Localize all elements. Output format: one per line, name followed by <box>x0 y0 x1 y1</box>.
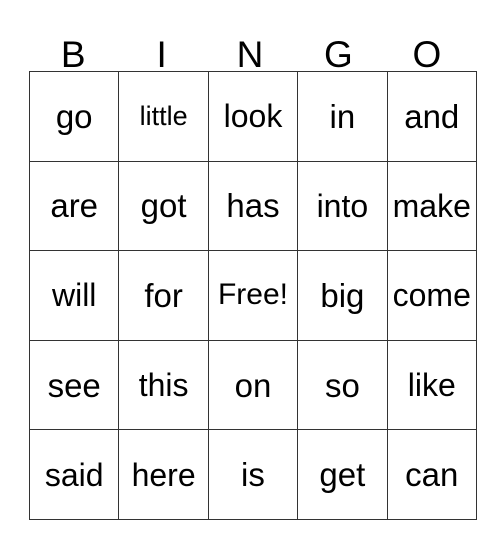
bingo-cell[interactable]: in <box>297 71 388 162</box>
bingo-cell[interactable]: is <box>207 429 299 520</box>
bingo-header-letter-o: O <box>412 34 442 75</box>
bingo-cell[interactable]: into <box>297 160 388 252</box>
bingo-cell[interactable]: got <box>118 160 209 252</box>
bingo-cell-word: and <box>404 97 460 135</box>
bingo-cell[interactable]: get <box>297 429 388 520</box>
bingo-cell-word: get <box>319 456 366 494</box>
bingo-header-cell-n: N <box>206 18 294 75</box>
bingo-cell-word: little <box>139 100 188 131</box>
bingo-cell-word: will <box>51 277 97 314</box>
bingo-cell-word: go <box>55 97 93 135</box>
bingo-cell[interactable]: so <box>297 339 388 431</box>
bingo-header-row: B I N G O <box>29 18 471 75</box>
bingo-cell-free-space[interactable]: Free! <box>207 250 299 341</box>
bingo-cell-word: this <box>138 367 189 404</box>
bingo-cell-word: like <box>407 367 456 404</box>
bingo-cell[interactable]: has <box>207 160 299 252</box>
bingo-cell[interactable]: and <box>386 71 477 162</box>
bingo-grid: go little look in and are got has into m… <box>28 71 477 520</box>
bingo-cell-word: said <box>44 456 104 493</box>
bingo-cell[interactable]: on <box>207 339 299 431</box>
bingo-cell[interactable]: look <box>207 71 299 162</box>
bingo-cell[interactable]: big <box>297 250 388 341</box>
bingo-cell[interactable]: make <box>386 160 477 252</box>
bingo-header-letter-b: B <box>60 34 86 75</box>
bingo-cell[interactable]: can <box>386 429 477 520</box>
bingo-cell[interactable]: for <box>118 250 209 341</box>
bingo-header-cell-g: G <box>294 18 382 75</box>
bingo-cell[interactable]: come <box>386 250 477 341</box>
bingo-cell[interactable]: this <box>118 339 209 431</box>
bingo-header-letter-g: G <box>324 34 353 75</box>
bingo-cell-word: big <box>320 276 365 314</box>
bingo-free-space-label: Free! <box>217 278 288 312</box>
bingo-cell[interactable]: see <box>28 339 120 431</box>
bingo-cell-word: is <box>241 456 265 494</box>
bingo-cell[interactable]: are <box>28 160 120 252</box>
bingo-row: go little look in and <box>28 71 477 162</box>
bingo-cell-word: has <box>226 187 280 225</box>
bingo-row: are got has into make <box>28 160 477 252</box>
bingo-row: will for Free! big come <box>28 250 477 341</box>
bingo-header-cell-b: B <box>29 18 117 75</box>
bingo-card: B I N G O go little look in and are got <box>28 18 477 520</box>
bingo-header-cell-i: I <box>117 18 205 75</box>
bingo-cell[interactable]: like <box>386 339 477 431</box>
bingo-cell-word: for <box>144 276 183 314</box>
bingo-cell[interactable]: little <box>118 71 209 162</box>
bingo-cell-word: come <box>392 277 471 314</box>
bingo-cell[interactable]: will <box>28 250 120 341</box>
bingo-row: said here is get can <box>28 429 477 520</box>
bingo-cell-word: are <box>50 187 99 225</box>
bingo-cell[interactable]: go <box>28 71 120 162</box>
bingo-cell-word: make <box>392 187 471 224</box>
bingo-row: see this on so like <box>28 339 477 431</box>
bingo-header-letter-n: N <box>236 34 264 75</box>
bingo-cell-word: look <box>223 98 283 135</box>
bingo-cell-word: can <box>405 456 459 494</box>
bingo-cell-word: got <box>140 187 187 225</box>
bingo-cell-word: here <box>131 456 196 493</box>
bingo-cell-word: see <box>47 366 101 404</box>
bingo-cell[interactable]: said <box>28 429 120 520</box>
bingo-header-letter-i: I <box>156 34 167 75</box>
bingo-header-cell-o: O <box>383 18 471 75</box>
bingo-cell-word: on <box>234 366 272 404</box>
bingo-cell-word: into <box>316 187 369 224</box>
bingo-cell-word: so <box>324 366 360 404</box>
bingo-cell[interactable]: here <box>118 429 209 520</box>
bingo-cell-word: in <box>329 97 356 135</box>
